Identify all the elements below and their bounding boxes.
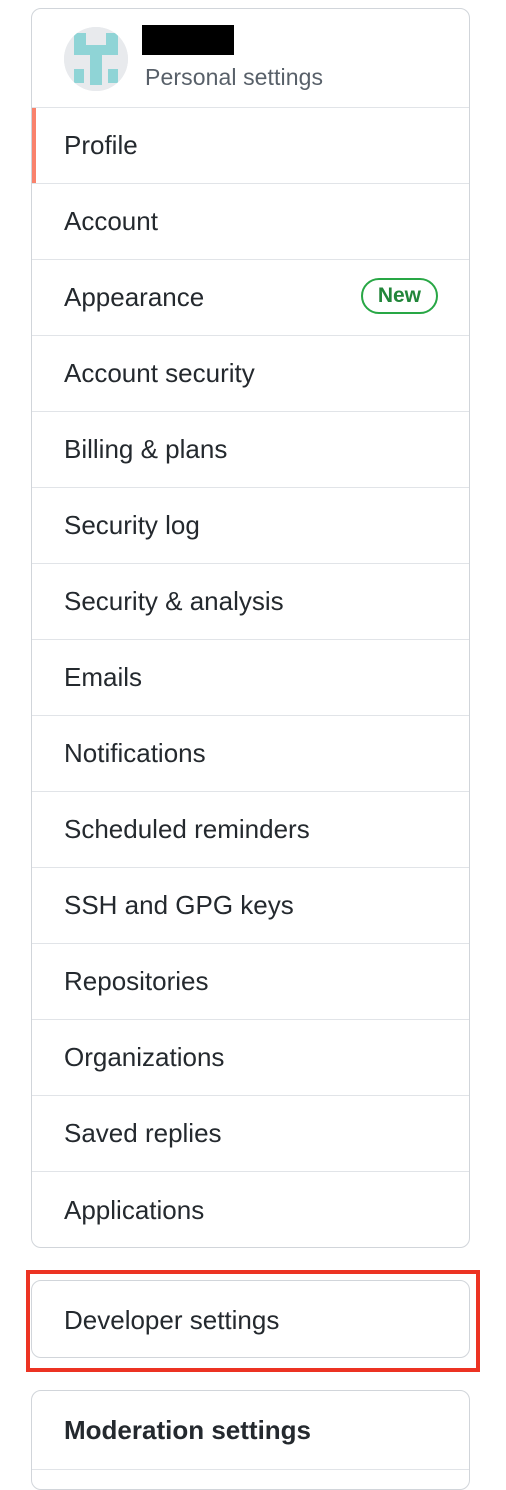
nav-item-ssh-gpg-keys[interactable]: SSH and GPG keys <box>32 868 469 944</box>
nav-item-label: Saved replies <box>64 1118 222 1148</box>
nav-item-security-analysis[interactable]: Security & analysis <box>32 564 469 640</box>
nav-item-saved-replies[interactable]: Saved replies <box>32 1096 469 1172</box>
profile-header: Personal settings <box>32 9 469 108</box>
avatar-identicon-icon <box>64 27 128 91</box>
nav-item-appearance[interactable]: Appearance New <box>32 260 469 336</box>
nav-item-repositories[interactable]: Repositories <box>32 944 469 1020</box>
nav-item-scheduled-reminders[interactable]: Scheduled reminders <box>32 792 469 868</box>
nav-item-label: Scheduled reminders <box>64 814 310 844</box>
nav-item-label: Repositories <box>64 966 209 996</box>
username-redacted <box>142 25 234 55</box>
nav-item-emails[interactable]: Emails <box>32 640 469 716</box>
nav-item-security-log[interactable]: Security log <box>32 488 469 564</box>
nav-item-account[interactable]: Account <box>32 184 469 260</box>
nav-item-label: Security & analysis <box>64 586 284 616</box>
new-badge: New <box>360 278 438 314</box>
highlight-annotation-box <box>26 1270 480 1372</box>
avatar[interactable] <box>64 27 128 91</box>
nav-item-label: Appearance <box>64 282 205 312</box>
nav-item-label: Applications <box>64 1194 205 1225</box>
personal-settings-label: Personal settings <box>145 64 324 90</box>
moderation-settings-card: Moderation settings <box>31 1390 470 1490</box>
nav-item-label: Account <box>64 206 158 236</box>
nav-item-label: Security log <box>64 510 200 540</box>
nav-item-organizations[interactable]: Organizations <box>32 1020 469 1096</box>
nav-item-notifications[interactable]: Notifications <box>32 716 469 792</box>
nav-item-billing-plans[interactable]: Billing & plans <box>32 412 469 488</box>
nav-item-profile[interactable]: Profile <box>32 108 469 184</box>
settings-sidebar: Personal settings Profile Account Appear… <box>31 8 470 1248</box>
nav-item-label: Emails <box>64 662 143 692</box>
nav-item-label: Account security <box>64 358 255 388</box>
nav-item-label: SSH and GPG keys <box>64 890 294 920</box>
nav-item-account-security[interactable]: Account security <box>32 336 469 412</box>
nav-item-label: Organizations <box>64 1042 225 1072</box>
nav-item-label: Profile <box>64 130 138 160</box>
moderation-settings-heading: Moderation settings <box>32 1391 469 1470</box>
nav-item-applications[interactable]: Applications <box>32 1172 469 1247</box>
nav-item-label: Notifications <box>64 738 206 768</box>
nav-item-label: Billing & plans <box>64 434 228 464</box>
